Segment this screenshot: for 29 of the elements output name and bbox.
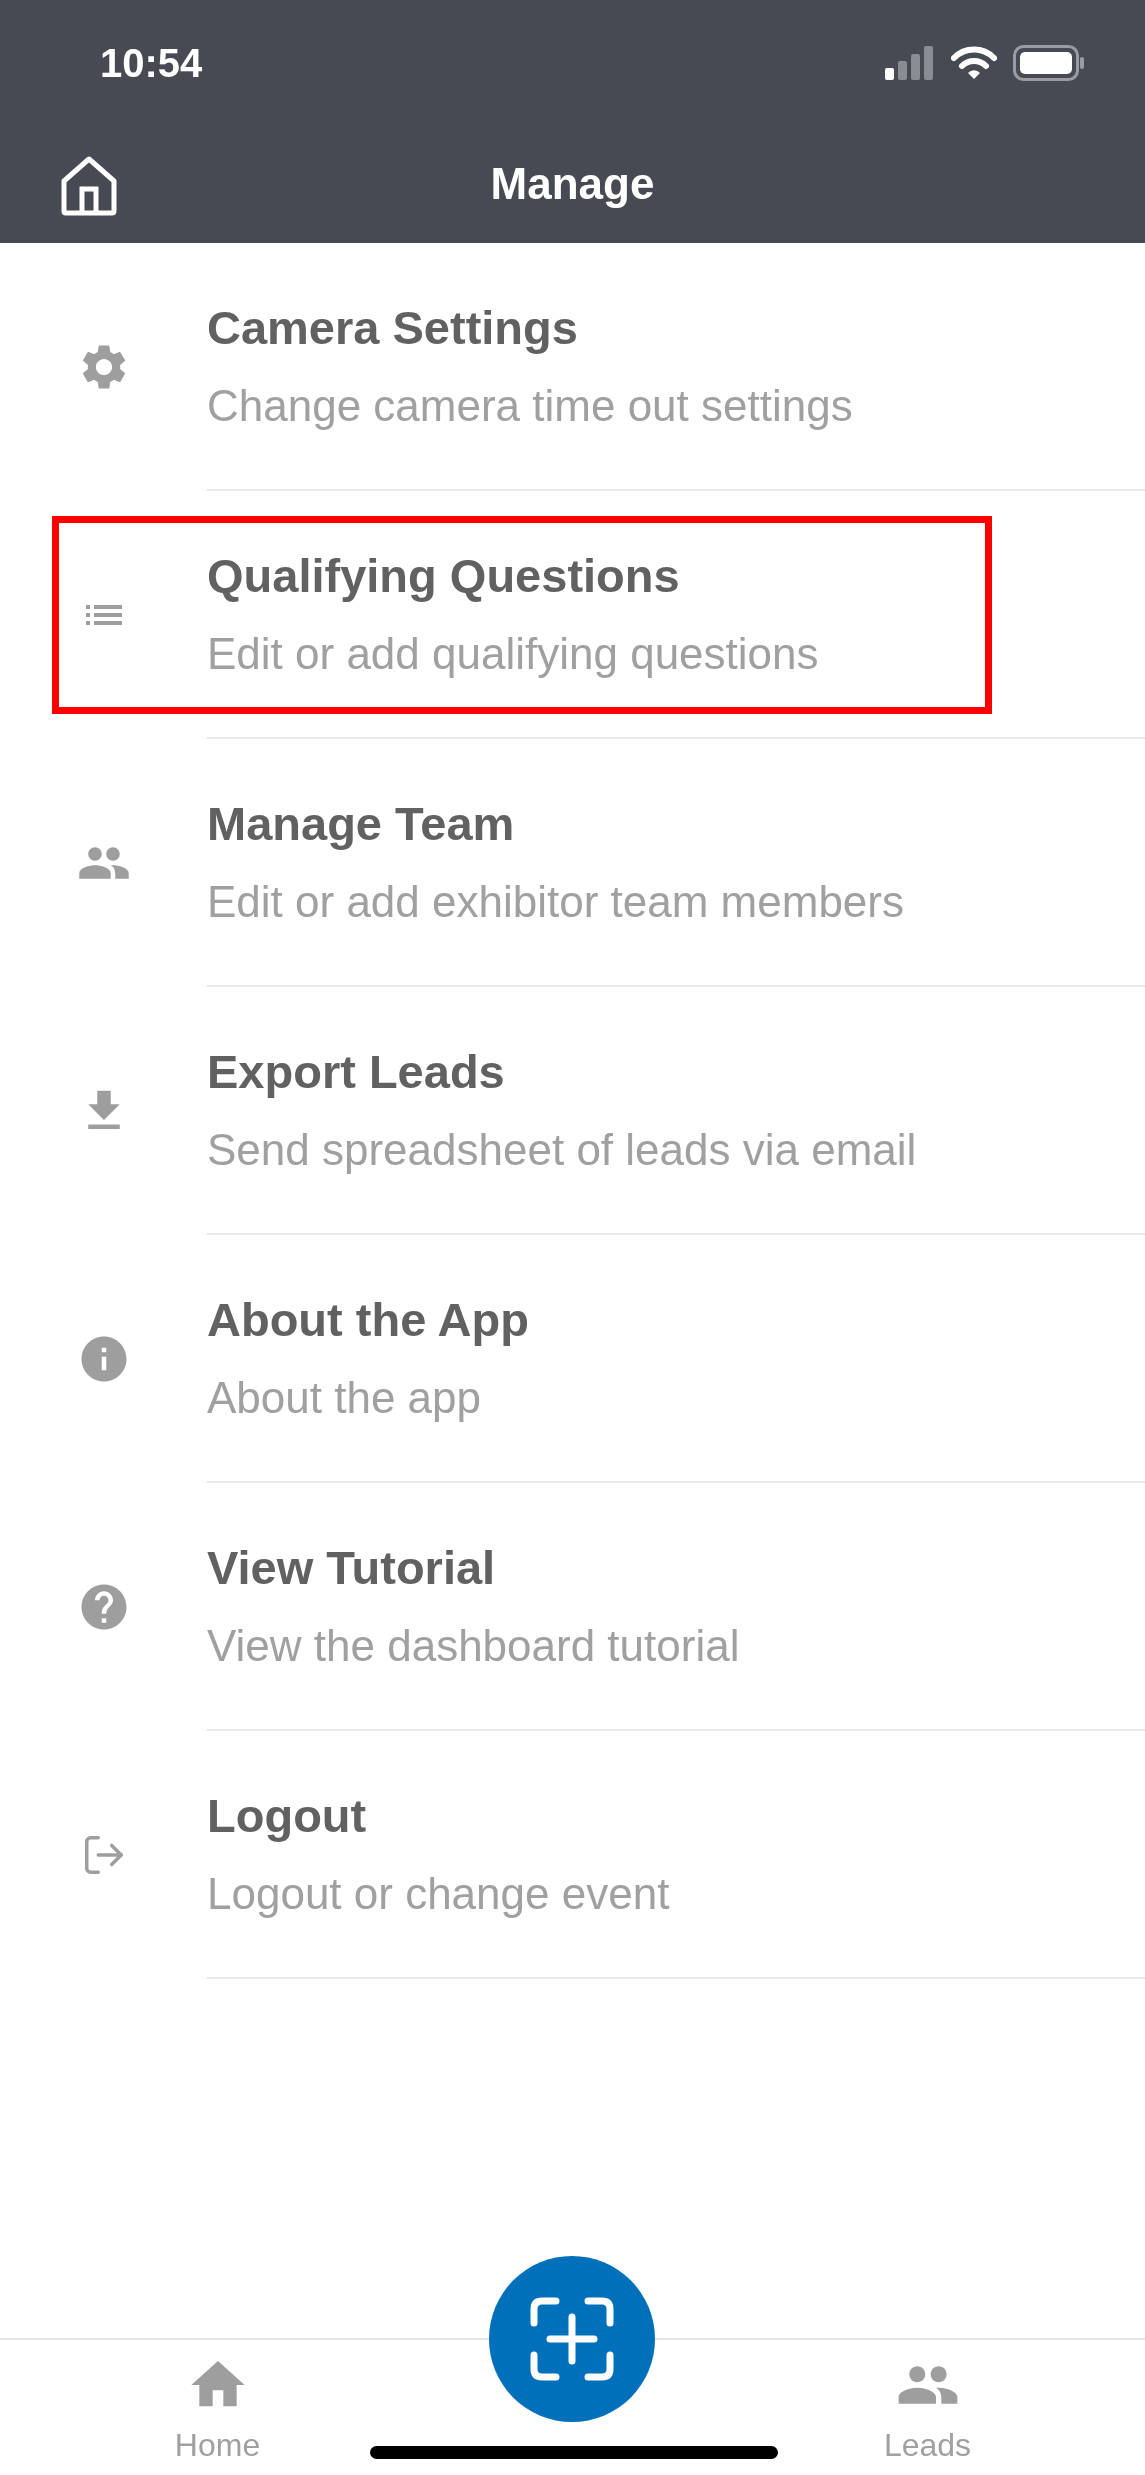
menu-item[interactable]: Camera Settings Change camera time out settings (0, 243, 1145, 491)
wifi-icon (951, 45, 997, 80)
menu-item[interactable]: Manage Team Edit or add exhibitor team members (0, 739, 1145, 987)
item-subtitle: Logout or change event (207, 1867, 671, 1920)
item-subtitle: View the dashboard tutorial (207, 1619, 741, 1672)
menu-item[interactable]: About the App About the app (0, 1235, 1145, 1483)
menu-item[interactable]: View Tutorial View the dashboard tutorial (0, 1483, 1145, 1731)
battery-icon (1013, 44, 1085, 81)
item-subtitle: Edit or add exhibitor team members (207, 875, 905, 928)
item-subtitle: Send spreadsheet of leads via email (207, 1123, 918, 1176)
header-title: Manage (490, 158, 655, 210)
menu-item[interactable]: Logout Logout or change event (0, 1731, 1145, 1979)
signal-icon (885, 45, 935, 80)
scan-icon (530, 2297, 614, 2381)
menu-item[interactable]: Qualifying Questions Edit or add qualifying questions (0, 491, 1145, 739)
item-title: About the App (207, 1292, 530, 1349)
item-title: Manage Team (207, 796, 516, 853)
item-title: Qualifying Questions (207, 548, 681, 605)
item-subtitle: Edit or add qualifying questions (207, 627, 820, 680)
item-title: Camera Settings (207, 300, 579, 357)
home-icon (60, 155, 118, 217)
item-title: Logout (207, 1788, 368, 1845)
home-button[interactable] (60, 155, 118, 217)
menu-item[interactable]: Export Leads Send spreadsheet of leads via email (0, 987, 1145, 1235)
item-subtitle: About the app (207, 1371, 482, 1424)
item-subtitle: Change camera time out settings (207, 379, 854, 432)
item-title: View Tutorial (207, 1540, 497, 1597)
status-time: 10:54 (100, 39, 203, 87)
item-title: Export Leads (207, 1044, 506, 1101)
